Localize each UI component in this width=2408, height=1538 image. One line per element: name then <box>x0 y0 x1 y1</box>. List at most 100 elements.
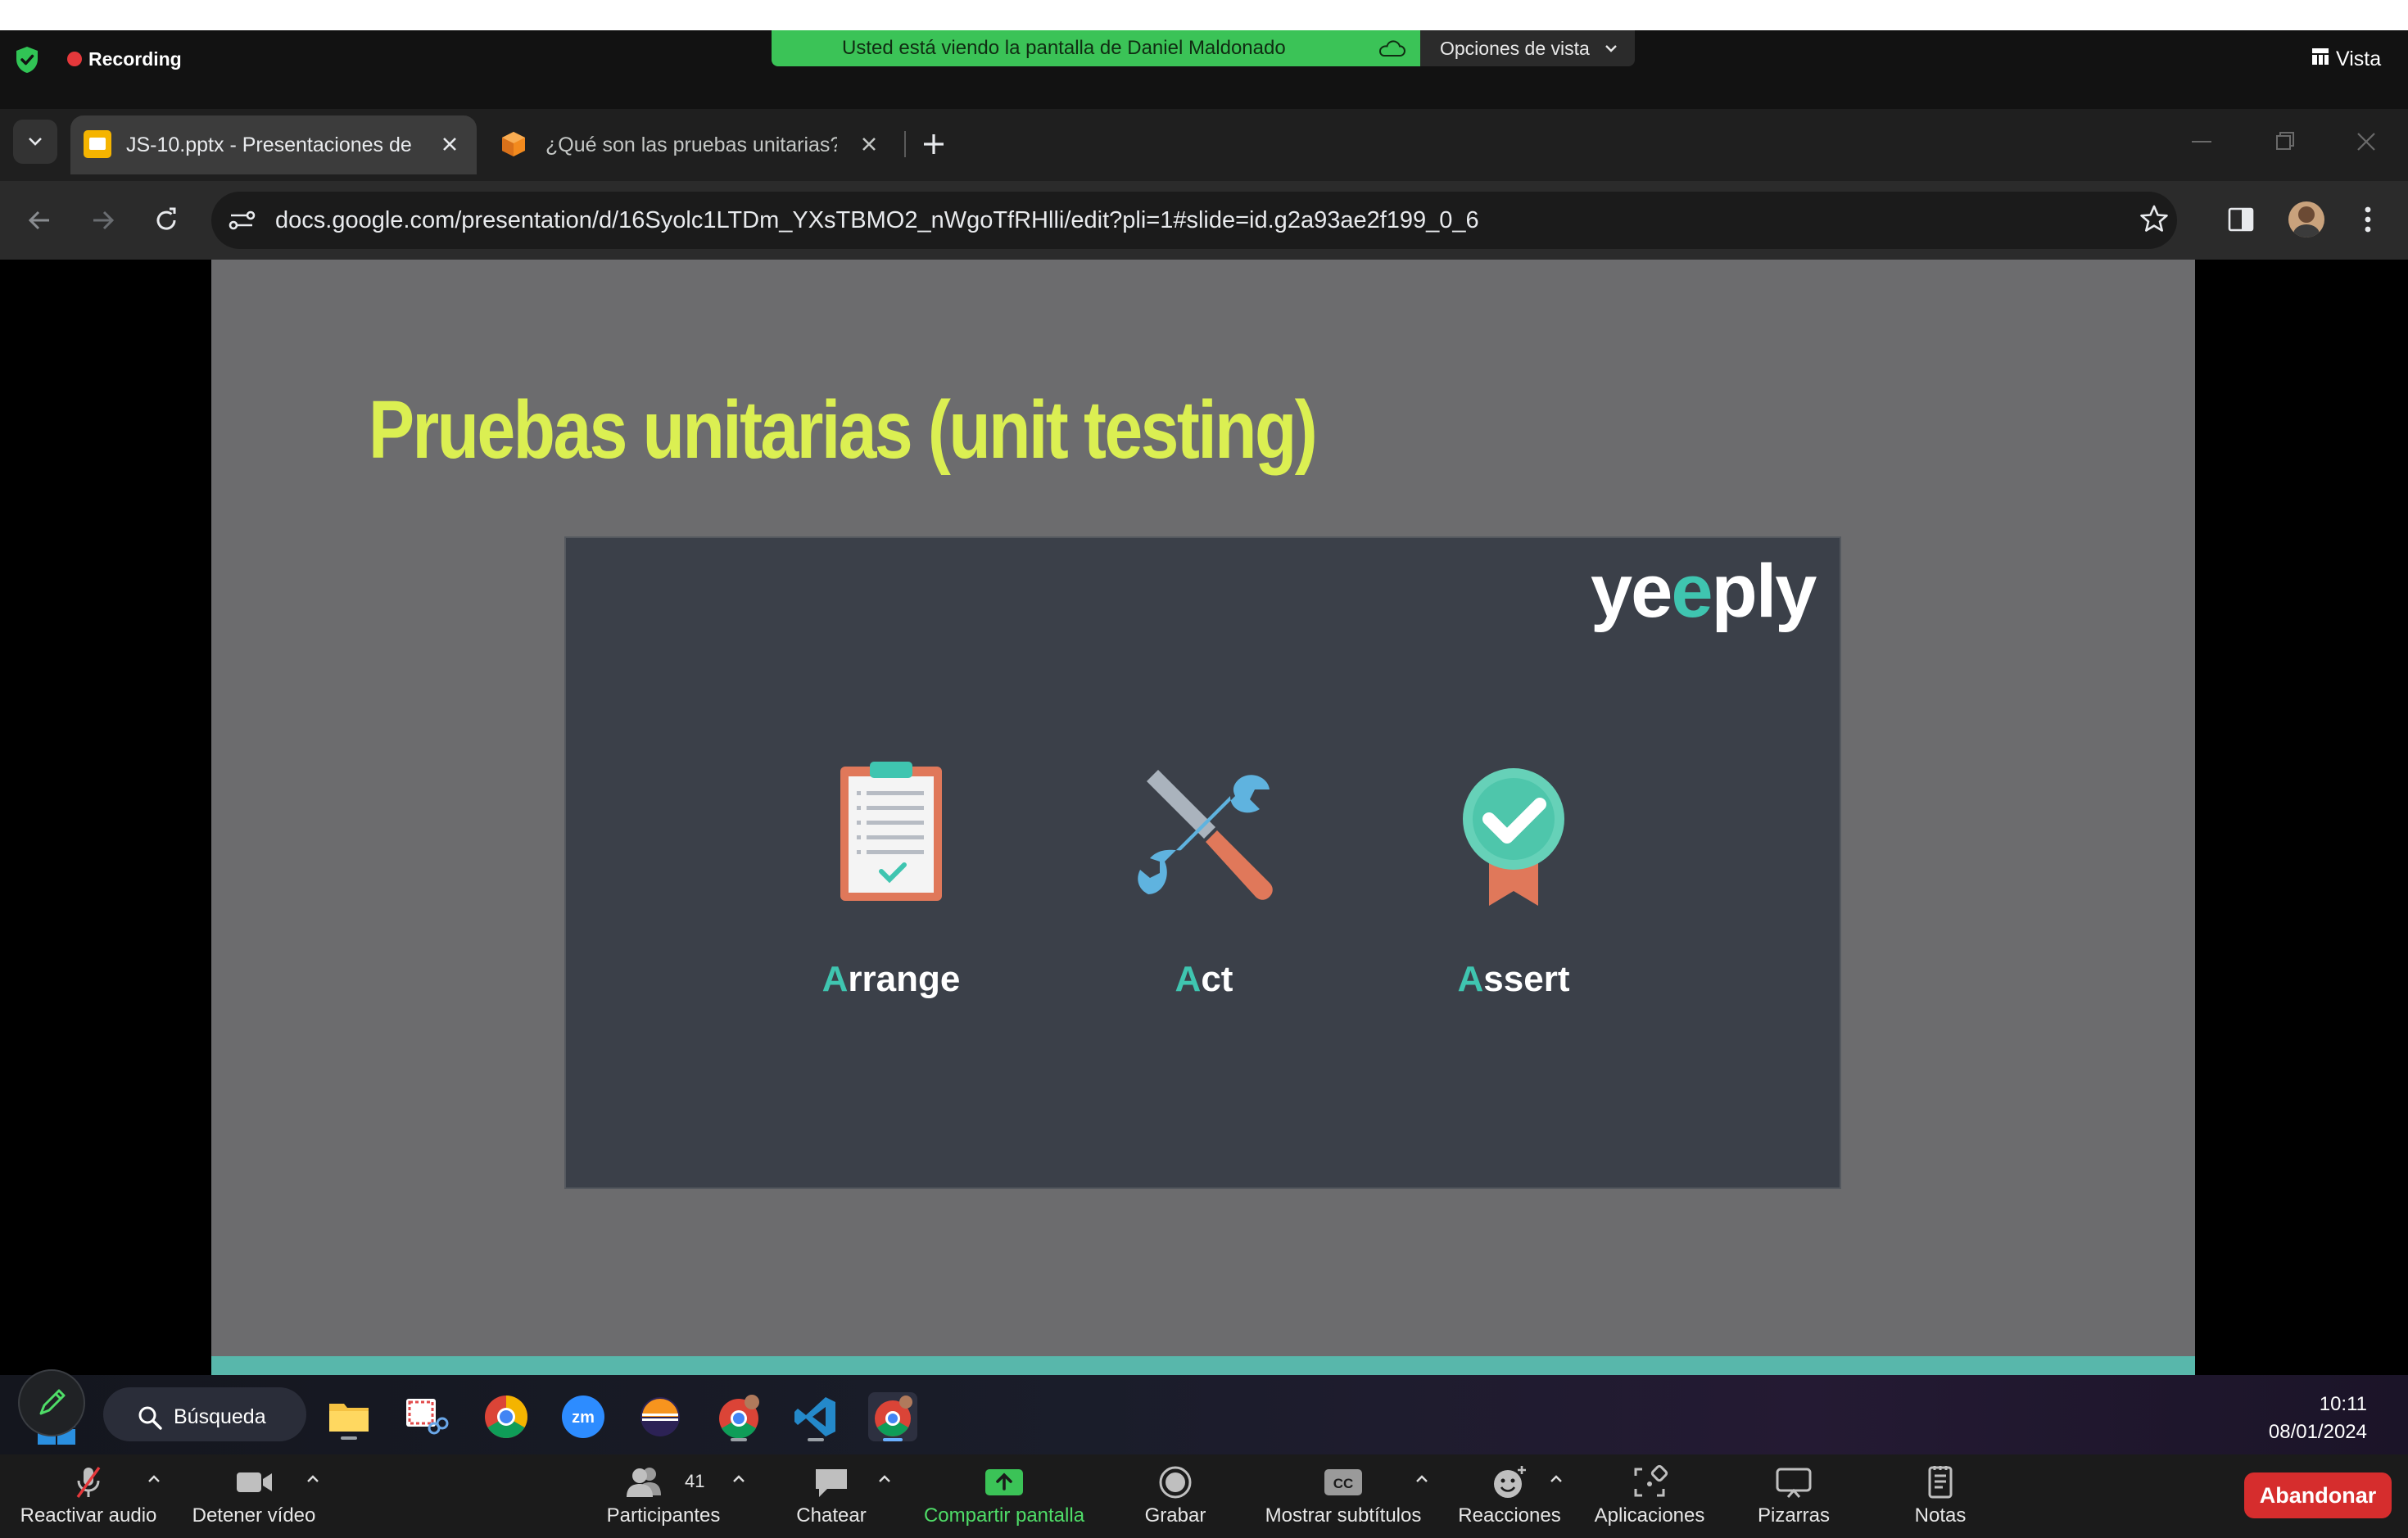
microphone-muted-icon <box>76 1467 101 1498</box>
logo-part: ply <box>1711 550 1817 633</box>
close-window-icon[interactable] <box>2356 131 2377 152</box>
recording-label: Recording <box>88 48 182 70</box>
reload-icon[interactable] <box>147 201 185 239</box>
logo-part: ye <box>1591 550 1672 633</box>
file-explorer-icon[interactable] <box>324 1392 373 1441</box>
apps-button[interactable]: Aplicaciones <box>1586 1461 1713 1535</box>
step-label-assert: Assert <box>1407 957 1620 1002</box>
chrome-icon[interactable] <box>482 1392 531 1441</box>
screwdriver-wrench-icon <box>1138 770 1273 900</box>
clipboard-checklist-icon <box>840 762 942 901</box>
whiteboard-icon <box>1776 1468 1812 1498</box>
apps-label: Aplicaciones <box>1594 1504 1705 1527</box>
tab-slides[interactable]: JS-10.pptx - Presentaciones de Google <box>70 115 477 174</box>
chevron-down-icon <box>29 138 42 146</box>
taskbar-time[interactable]: 10:11 <box>2277 1391 2367 1418</box>
close-icon[interactable] <box>860 135 878 153</box>
apps-icon <box>1634 1464 1668 1497</box>
vscode-icon[interactable] <box>791 1392 840 1441</box>
smiley-plus-icon <box>1494 1466 1526 1498</box>
annotate-pen-button[interactable] <box>18 1369 85 1436</box>
captions-label: Mostrar subtítulos <box>1265 1504 1422 1527</box>
notes-icon <box>1928 1466 1953 1499</box>
chat-label: Chatear <box>796 1504 867 1527</box>
eclipse-icon[interactable] <box>636 1392 685 1441</box>
slide-title: Pruebas unitarias (unit testing) <box>369 384 1318 476</box>
chevron-up-icon[interactable] <box>1414 1471 1430 1487</box>
audio-label: Reactivar audio <box>20 1504 157 1527</box>
svg-text:zm: zm <box>572 1409 595 1427</box>
forward-arrow-icon[interactable] <box>84 201 121 239</box>
tab-search-button[interactable] <box>13 120 57 164</box>
chevron-up-icon[interactable] <box>731 1471 747 1487</box>
leave-meeting-button[interactable]: Abandonar <box>2244 1472 2392 1518</box>
chevron-up-icon[interactable] <box>1548 1471 1564 1487</box>
video-label: Detener vídeo <box>192 1504 316 1527</box>
record-button[interactable]: Grabar <box>1132 1461 1219 1535</box>
back-arrow-icon[interactable] <box>21 201 59 239</box>
viewing-screen-banner: Usted está viendo la pantalla de Daniel … <box>772 30 1420 66</box>
view-options-button[interactable]: Opciones de vista <box>1420 30 1635 66</box>
site-settings-icon[interactable] <box>226 205 257 236</box>
snipping-tool-icon[interactable] <box>401 1392 450 1441</box>
unmute-audio-button[interactable]: Reactivar audio <box>8 1461 169 1535</box>
show-captions-button[interactable]: CC Mostrar subtítulos <box>1253 1461 1433 1535</box>
participants-count: 41 <box>685 1471 705 1491</box>
more-options-icon[interactable] <box>2356 203 2380 236</box>
new-tab-plus-icon[interactable] <box>917 128 950 161</box>
pencil-icon <box>39 1389 66 1415</box>
chevron-up-icon[interactable] <box>146 1471 162 1487</box>
cloud-icon <box>1378 40 1405 57</box>
taskbar-date[interactable]: 08/01/2024 <box>2228 1419 2367 1445</box>
tab-title: JS-10.pptx - Presentaciones de Google <box>126 133 413 156</box>
share-screen-icon <box>985 1469 1023 1495</box>
step-initial: A <box>1457 959 1484 999</box>
step-initial: A <box>822 959 849 999</box>
tab-title: ¿Qué son las pruebas unitarias? <box>545 133 837 156</box>
participants-button[interactable]: Participantes <box>590 1461 737 1535</box>
chevron-up-icon[interactable] <box>305 1471 321 1487</box>
notes-label: Notas <box>1914 1504 1967 1527</box>
url-text[interactable]: docs.google.com/presentation/d/16Syolc1L… <box>275 205 1479 236</box>
chevron-down-icon <box>1605 45 1617 52</box>
logo-accent: e <box>1671 550 1713 633</box>
step-initial: A <box>1175 959 1202 999</box>
chrome-profile-icon[interactable] <box>714 1392 763 1441</box>
close-icon[interactable] <box>441 135 459 153</box>
grid-view-icon[interactable] <box>2311 47 2329 66</box>
tab-unit-tests-article[interactable]: ¿Qué son las pruebas unitarias? <box>490 115 899 174</box>
participants-icon <box>627 1468 662 1497</box>
step-label-arrange: Arrange <box>785 957 998 1002</box>
yeeply-logo: yeeply <box>1591 550 1817 633</box>
step-rest: ssert <box>1483 959 1570 999</box>
recording-dot-icon <box>67 52 82 66</box>
award-badge-check-icon <box>1463 768 1564 906</box>
minimize-icon[interactable] <box>2192 141 2211 142</box>
whiteboards-button[interactable]: Pizarras <box>1745 1461 1843 1535</box>
zoom-icon[interactable]: zm <box>559 1392 608 1441</box>
chevron-up-icon[interactable] <box>876 1471 893 1487</box>
notes-button[interactable]: Notas <box>1897 1461 1984 1535</box>
security-shield-icon[interactable] <box>15 46 39 74</box>
profile-avatar[interactable] <box>2288 201 2324 237</box>
whiteboards-label: Pizarras <box>1757 1504 1831 1527</box>
view-mode-button[interactable]: Vista <box>2336 46 2381 72</box>
side-panel-icon[interactable] <box>2226 205 2256 234</box>
orange-cube-icon <box>502 132 525 156</box>
record-icon <box>1159 1466 1192 1499</box>
search-label: Búsqueda <box>174 1405 266 1428</box>
step-rest: ct <box>1201 959 1233 999</box>
restore-window-icon[interactable] <box>2275 131 2295 151</box>
top-margin <box>0 0 2408 30</box>
svg-text:CC: CC <box>1333 1476 1354 1491</box>
chat-button[interactable]: Chatear <box>788 1461 875 1535</box>
share-screen-button[interactable]: Compartir pantalla <box>911 1461 1098 1535</box>
search-icon <box>138 1406 162 1430</box>
step-label-act: Act <box>1098 957 1310 1002</box>
reactions-label: Reacciones <box>1458 1504 1561 1527</box>
record-label: Grabar <box>1144 1504 1206 1527</box>
closed-captions-icon: CC <box>1324 1469 1362 1495</box>
chrome-profile-active-icon[interactable] <box>868 1392 917 1441</box>
step-rest: rrange <box>848 959 961 999</box>
bookmark-star-icon[interactable] <box>2138 203 2170 236</box>
